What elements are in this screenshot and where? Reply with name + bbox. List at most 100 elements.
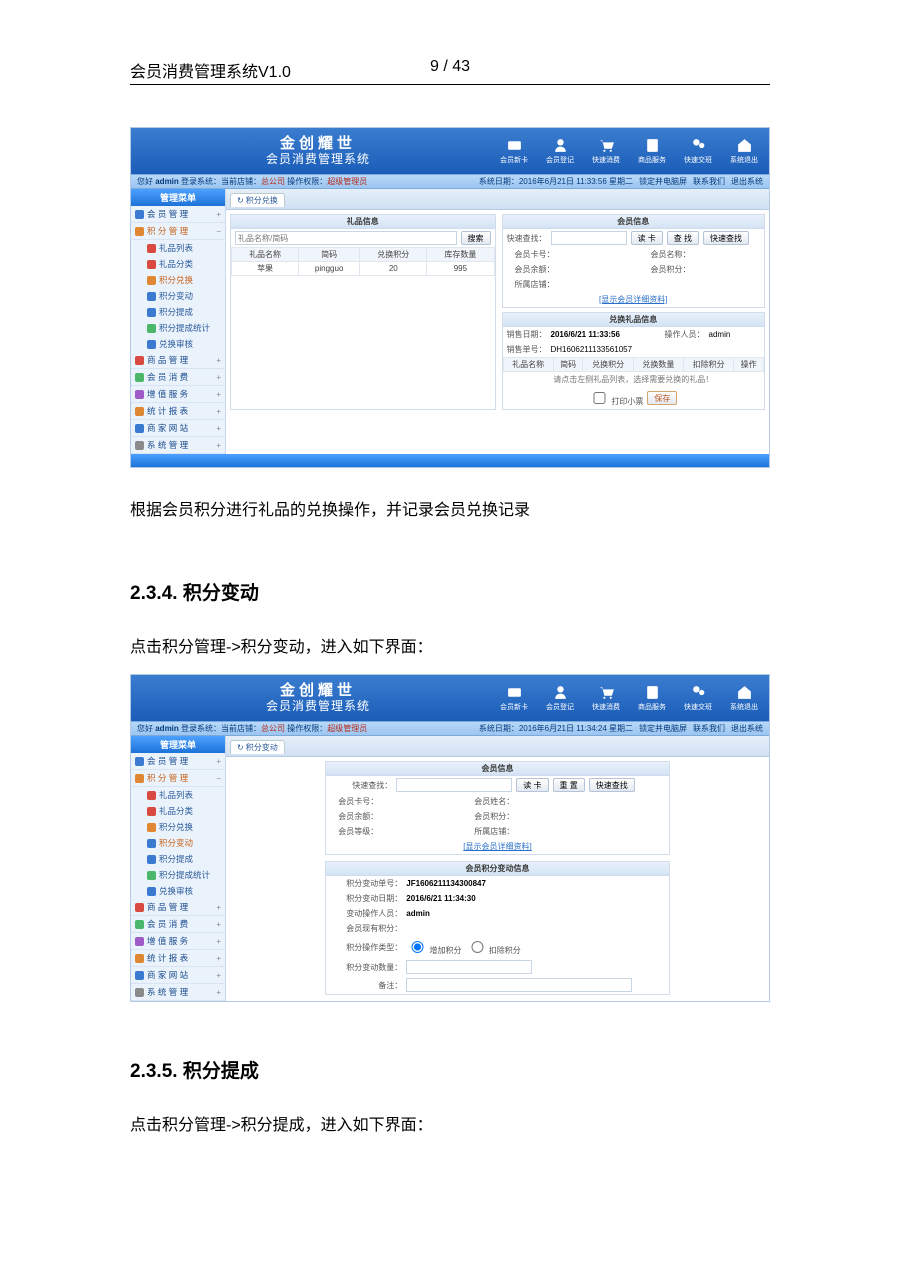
nav-icon — [147, 324, 156, 333]
role-link[interactable]: 超级管理员 — [327, 724, 367, 733]
remark-input[interactable] — [406, 978, 632, 992]
doc-page: 9 / 43 — [343, 58, 556, 82]
company-link[interactable]: 总公司 — [261, 177, 285, 186]
nav-14[interactable]: 系 统 管 理+ — [131, 437, 225, 454]
nav-13[interactable]: 商 家 网 站+ — [131, 420, 225, 437]
nav-icon — [135, 227, 144, 236]
nav-icon — [135, 373, 144, 382]
topicon-3[interactable]: 商品服务 — [635, 137, 669, 165]
nav-5[interactable]: 积分变动 — [131, 835, 225, 851]
topicon-2[interactable]: 快速消费 — [589, 684, 623, 712]
radio-decrease[interactable]: 扣除积分 — [466, 938, 521, 956]
nav-13[interactable]: 商 家 网 站+ — [131, 967, 225, 984]
gift-search-input[interactable] — [235, 231, 457, 245]
nav-1[interactable]: 积 分 管 理− — [131, 770, 225, 787]
nav-12[interactable]: 统 计 报 表+ — [131, 403, 225, 420]
infobar: 您好 admin 登录系统：当前店铺：总公司 操作权限：超级管理员 系统日期：2… — [131, 721, 769, 736]
nav-icon — [135, 356, 144, 365]
nav-14[interactable]: 系 统 管 理+ — [131, 984, 225, 1001]
brand: 金创耀世 会员消费管理系统 — [139, 683, 497, 713]
topicon-3[interactable]: 商品服务 — [635, 684, 669, 712]
tab-active[interactable]: ↻积分变动 — [230, 740, 285, 754]
nav-2[interactable]: 礼品列表 — [131, 787, 225, 803]
nav-6[interactable]: 积分提成 — [131, 304, 225, 320]
contact-link[interactable]: 联系我们 — [693, 724, 725, 733]
sidebar: 管理菜单 会 员 管 理+积 分 管 理−礼品列表礼品分类积分兑换积分变动积分提… — [131, 189, 226, 454]
nav-icon — [135, 971, 144, 980]
refresh-icon: ↻ — [237, 196, 244, 205]
nav-2[interactable]: 礼品列表 — [131, 240, 225, 256]
nav-icon — [147, 260, 156, 269]
topicon-2[interactable]: 快速消费 — [589, 137, 623, 165]
screenshot-1: 金创耀世 会员消费管理系统 会员新卡会员登记快速消费商品服务快速交班系统退出 您… — [130, 127, 770, 468]
nav-4[interactable]: 积分兑换 — [131, 272, 225, 288]
topicon-0[interactable]: 会员新卡 — [497, 684, 531, 712]
nav-0[interactable]: 会 员 管 理+ — [131, 753, 225, 770]
nav-icon — [135, 774, 144, 783]
nav-10[interactable]: 会 员 消 费+ — [131, 916, 225, 933]
nav-6[interactable]: 积分提成 — [131, 851, 225, 867]
exit-link[interactable]: 退出系统 — [731, 177, 763, 186]
nav-8[interactable]: 兑换审核 — [131, 336, 225, 352]
nav-11[interactable]: 增 值 服 务+ — [131, 933, 225, 950]
nav-icon — [135, 441, 144, 450]
gift-search-button[interactable]: 搜索 — [461, 231, 491, 245]
topicon-5[interactable]: 系统退出 — [727, 137, 761, 165]
member-quick-input[interactable] — [396, 778, 512, 792]
change-amount-input[interactable] — [406, 960, 532, 974]
quick-find-button[interactable]: 快速查找 — [589, 778, 635, 792]
contact-link[interactable]: 联系我们 — [693, 177, 725, 186]
sidebar: 管理菜单 会 员 管 理+积 分 管 理−礼品列表礼品分类积分兑换积分变动积分提… — [131, 736, 226, 1001]
nav-icon — [135, 988, 144, 997]
topicon-4[interactable]: 快速交班 — [681, 137, 715, 165]
lock-link[interactable]: 锁定并电脑屏 — [639, 724, 687, 733]
nav-0[interactable]: 会 员 管 理+ — [131, 206, 225, 223]
nav-12[interactable]: 统 计 报 表+ — [131, 950, 225, 967]
nav-8[interactable]: 兑换审核 — [131, 883, 225, 899]
quick-find-button[interactable]: 快速查找 — [703, 231, 749, 245]
nav-icon — [147, 887, 156, 896]
member-quick-input[interactable] — [551, 231, 627, 245]
nav-icon — [147, 340, 156, 349]
print-checkbox[interactable]: 打印小票 — [589, 389, 643, 407]
nav-9[interactable]: 商 品 管 理+ — [131, 899, 225, 916]
topicon-1[interactable]: 会员登记 — [543, 137, 577, 165]
nav-icon — [147, 276, 156, 285]
read-card-button[interactable]: 读 卡 — [516, 778, 548, 792]
exchange-panel: 兑换礼品信息 销售日期：2016/6/21 11:33:56 操作人员：admi… — [502, 312, 766, 410]
nav-9[interactable]: 商 品 管 理+ — [131, 352, 225, 369]
member-detail-link[interactable]: [显示会员详细资料] — [599, 294, 667, 305]
topicon-4[interactable]: 快速交班 — [681, 684, 715, 712]
heading-234: 2.3.4. 积分变动 — [130, 578, 770, 605]
topicon-1[interactable]: 会员登记 — [543, 684, 577, 712]
app-topbar: 金创耀世 会员消费管理系统 会员新卡会员登记快速消费商品服务快速交班系统退出 — [131, 128, 769, 174]
read-card-button[interactable]: 读 卡 — [631, 231, 663, 245]
nav-3[interactable]: 礼品分类 — [131, 256, 225, 272]
nav-7[interactable]: 积分提成统计 — [131, 867, 225, 883]
lock-link[interactable]: 锁定并电脑屏 — [639, 177, 687, 186]
nav-7[interactable]: 积分提成统计 — [131, 320, 225, 336]
nav-4[interactable]: 积分兑换 — [131, 819, 225, 835]
tab-bar: ↻积分变动 — [226, 736, 769, 757]
save-button[interactable]: 保存 — [647, 391, 677, 405]
nav-5[interactable]: 积分变动 — [131, 288, 225, 304]
member-detail-link[interactable]: [显示会员详细资料] — [463, 841, 531, 852]
reset-button[interactable]: 重 置 — [553, 778, 585, 792]
nav-icon — [135, 903, 144, 912]
topicon-0[interactable]: 会员新卡 — [497, 137, 531, 165]
sys-date: 系统日期：2016年6月21日 11:33:56 星期二 — [479, 177, 633, 186]
company-link[interactable]: 总公司 — [261, 724, 285, 733]
tab-active[interactable]: ↻积分兑换 — [230, 193, 285, 207]
nav-10[interactable]: 会 员 消 费+ — [131, 369, 225, 386]
find-button[interactable]: 查 找 — [667, 231, 699, 245]
para-3: 点击积分管理->积分提成，进入如下界面： — [130, 1113, 770, 1139]
table-row[interactable]: 苹果pingguo20995 — [232, 262, 495, 276]
role-link[interactable]: 超级管理员 — [327, 177, 367, 186]
nav-3[interactable]: 礼品分类 — [131, 803, 225, 819]
nav-11[interactable]: 增 值 服 务+ — [131, 386, 225, 403]
exit-link[interactable]: 退出系统 — [731, 724, 763, 733]
topicon-5[interactable]: 系统退出 — [727, 684, 761, 712]
radio-increase[interactable]: 增加积分 — [406, 938, 461, 956]
nav-1[interactable]: 积 分 管 理− — [131, 223, 225, 240]
nav-icon — [147, 855, 156, 864]
